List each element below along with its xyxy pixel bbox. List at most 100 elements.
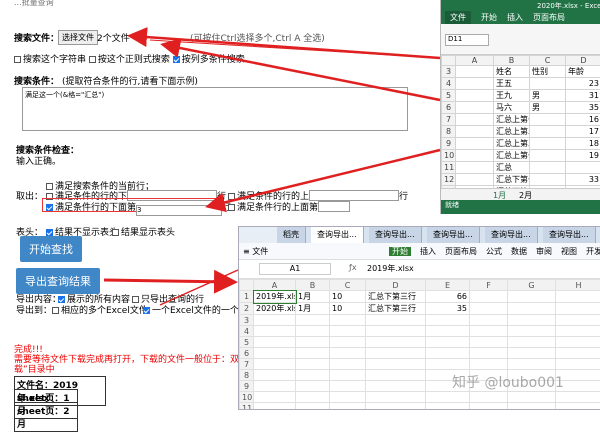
cell[interactable] <box>296 337 330 348</box>
cell[interactable] <box>426 348 470 359</box>
cell[interactable] <box>296 348 330 359</box>
cell[interactable] <box>556 392 600 403</box>
cell[interactable] <box>426 315 470 326</box>
row-header[interactable]: 2 <box>240 303 254 315</box>
take-below-nth[interactable]: 满足条件行的下面第3行 <box>46 200 231 216</box>
cell[interactable] <box>330 403 366 411</box>
cell[interactable]: 王五 <box>494 78 530 90</box>
cell[interactable] <box>330 348 366 359</box>
cell[interactable] <box>254 370 296 381</box>
column-header[interactable]: C <box>330 280 366 291</box>
cell[interactable]: 10 <box>330 303 366 315</box>
cell[interactable] <box>456 90 494 102</box>
wps-menu-file[interactable]: ≡ 文件 <box>243 246 268 257</box>
cell[interactable] <box>530 138 566 150</box>
row-header[interactable]: 11 <box>240 403 254 411</box>
wps-tab[interactable]: 稻壳 <box>277 227 306 243</box>
cell[interactable] <box>366 315 426 326</box>
cell[interactable] <box>254 337 296 348</box>
row-header[interactable]: 11 <box>442 162 456 174</box>
row-header[interactable]: 10 <box>240 392 254 403</box>
wps-tab[interactable]: 查询导出... <box>485 227 538 243</box>
cell[interactable] <box>508 291 556 303</box>
wps-tab[interactable]: 查询导出... <box>427 227 480 243</box>
option-multi-column[interactable]: 按列多条件搜索 <box>173 55 245 65</box>
excel-menu-layout[interactable]: 页面布局 <box>533 12 565 23</box>
row-header[interactable]: 10 <box>442 150 456 162</box>
cell[interactable] <box>330 392 366 403</box>
row-header[interactable]: 1 <box>240 291 254 303</box>
column-header[interactable]: B <box>494 56 530 66</box>
excel-menu-home[interactable]: 开始 <box>481 12 497 23</box>
cell[interactable] <box>470 359 508 370</box>
export-to-multiple-option[interactable]: 相应的多个Excel文件 <box>52 303 148 316</box>
column-header[interactable]: H <box>556 280 600 291</box>
cell[interactable] <box>456 126 494 138</box>
wps-menu-item[interactable]: 视图 <box>561 247 577 256</box>
excel-namebox[interactable]: D11 <box>445 34 489 46</box>
column-header[interactable]: A <box>254 280 296 291</box>
choose-file-button[interactable]: 选择文件 <box>58 30 98 45</box>
cell[interactable] <box>508 303 556 315</box>
condition-textarea[interactable]: 满足这一个(&格="汇总") <box>22 87 408 131</box>
cell[interactable] <box>456 162 494 174</box>
cell[interactable] <box>530 126 566 138</box>
wps-menu-item[interactable]: 开始 <box>389 247 411 256</box>
cell[interactable] <box>456 66 494 78</box>
cell[interactable] <box>296 370 330 381</box>
column-header[interactable]: B <box>296 280 330 291</box>
export-to-one-option[interactable]: 一个Excel文件的一个表 <box>143 303 248 316</box>
cell[interactable] <box>296 381 330 392</box>
excel-menu-insert[interactable]: 插入 <box>507 12 523 23</box>
cell[interactable] <box>330 337 366 348</box>
column-header[interactable]: C <box>530 56 566 66</box>
cell[interactable] <box>470 392 508 403</box>
cell[interactable] <box>330 359 366 370</box>
wps-menu-item[interactable]: 开发工具 <box>586 247 600 256</box>
column-header[interactable]: E <box>426 280 470 291</box>
column-header[interactable]: F <box>470 280 508 291</box>
cell[interactable] <box>366 392 426 403</box>
cell[interactable] <box>456 150 494 162</box>
wps-tab[interactable]: 查询导出... <box>369 227 422 243</box>
cell[interactable] <box>366 348 426 359</box>
wps-menu-item[interactable]: 数据 <box>511 247 527 256</box>
cell[interactable]: 2020年.xlsx <box>254 303 296 315</box>
wps-namebox[interactable]: A1 <box>259 263 331 275</box>
cell[interactable] <box>556 315 600 326</box>
cell[interactable] <box>470 291 508 303</box>
cell[interactable] <box>556 337 600 348</box>
cell[interactable] <box>556 403 600 411</box>
row-header[interactable]: 7 <box>442 114 456 126</box>
corner-cell[interactable] <box>442 56 456 66</box>
cell[interactable]: 2019年.xlsx <box>254 291 296 303</box>
cell[interactable]: 姓名 <box>494 66 530 78</box>
row-header[interactable]: 3 <box>240 315 254 326</box>
cell[interactable]: 性别 <box>530 66 566 78</box>
cell[interactable] <box>426 403 470 411</box>
cell[interactable] <box>426 337 470 348</box>
row-header[interactable]: 12 <box>442 174 456 186</box>
cell[interactable] <box>456 138 494 150</box>
cell[interactable]: 马六 <box>494 102 530 114</box>
cell[interactable]: 男 <box>530 90 566 102</box>
column-header[interactable]: D <box>366 280 426 291</box>
cell[interactable] <box>556 291 600 303</box>
cell[interactable]: 23 <box>566 78 600 90</box>
row-header[interactable]: 9 <box>240 381 254 392</box>
cell[interactable] <box>556 303 600 315</box>
row-header[interactable]: 4 <box>240 326 254 337</box>
cell[interactable] <box>470 315 508 326</box>
cell[interactable] <box>566 162 600 174</box>
cell[interactable] <box>330 315 366 326</box>
cell[interactable] <box>470 403 508 411</box>
cell[interactable] <box>366 370 426 381</box>
cell[interactable] <box>366 381 426 392</box>
cell[interactable] <box>556 359 600 370</box>
cell[interactable] <box>426 359 470 370</box>
cell[interactable]: 汇总上第二行 <box>494 126 530 138</box>
corner-cell[interactable] <box>240 280 254 291</box>
option-string[interactable]: 搜索这个字符串 <box>14 55 86 65</box>
cell[interactable] <box>508 403 556 411</box>
row-header[interactable]: 8 <box>442 126 456 138</box>
